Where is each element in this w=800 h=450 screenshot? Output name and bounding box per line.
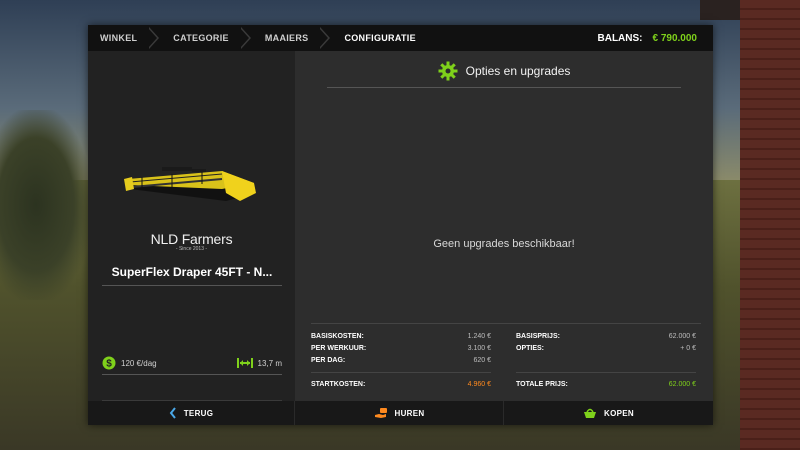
brand-since: - Since 2013 - — [175, 246, 208, 252]
cost-label: PER WERKUUR: — [311, 344, 367, 352]
price-value: 62.000 € — [668, 332, 696, 340]
breadcrumb-maaiers[interactable]: MAAIERS — [253, 25, 321, 51]
width-icon — [236, 358, 253, 368]
stat-daily-cost: $ 120 €/dag — [102, 356, 157, 370]
cost-summary: BASISKOSTEN: 1.240 € PER WERKUUR: 3.100 … — [311, 323, 701, 403]
balance-display: BALANS: € 790.000 — [598, 33, 714, 44]
breadcrumb-separator — [148, 25, 161, 51]
back-button[interactable]: TERUG — [88, 401, 295, 425]
chevron-left-icon — [169, 407, 176, 419]
divider — [327, 87, 681, 88]
breadcrumb-separator — [239, 25, 253, 51]
options-header: Opties en upgrades — [295, 61, 713, 81]
cost-row-per-hour: PER WERKUUR: 3.100 € — [311, 342, 491, 354]
cost-row-start-total: STARTKOSTEN: 4.960 € — [311, 378, 491, 390]
stat-width: 13,7 m — [236, 357, 282, 369]
cost-value: 620 € — [473, 356, 491, 364]
dollar-icon: $ — [102, 356, 116, 370]
divider — [102, 374, 282, 375]
breadcrumb-configuratie: CONFIGURATIE — [344, 33, 416, 43]
price-row-options: OPTIES: + 0 € — [516, 342, 696, 354]
cost-label: PER DAG: — [311, 356, 346, 364]
options-title: Opties en upgrades — [465, 64, 571, 78]
breadcrumb: WINKEL CATEGORIE MAAIERS CONFIGURATIE BA… — [88, 25, 713, 51]
background-trees — [0, 110, 90, 300]
brand-logo: NLD Farmers - Since 2013 - — [88, 231, 295, 252]
buy-button-label: KOPEN — [604, 408, 634, 418]
divider — [311, 372, 491, 373]
breadcrumb-separator — [319, 25, 332, 51]
divider — [102, 285, 282, 286]
price-summary: BASISPRIJS: 62.000 € OPTIES: + 0 € TOTAL… — [516, 324, 696, 388]
cost-label: STARTKOSTEN: — [311, 380, 366, 388]
price-value: + 0 € — [680, 344, 696, 352]
breadcrumb-categorie[interactable]: CATEGORIE — [161, 25, 241, 51]
basket-icon — [584, 408, 597, 418]
balance-label: BALANS: — [597, 32, 643, 44]
total-price-value: 62.000 € — [668, 380, 696, 388]
rent-button-label: HUREN — [394, 408, 425, 418]
options-panel: Opties en upgrades Geen upgrades beschik… — [295, 51, 713, 401]
shop-config-window: WINKEL CATEGORIE MAAIERS CONFIGURATIE BA… — [88, 25, 713, 425]
stat-width-value: 13,7 m — [257, 358, 282, 368]
cost-label: BASISKOSTEN: — [311, 332, 364, 340]
svg-text:$: $ — [106, 359, 112, 370]
product-panel: NLD Farmers - Since 2013 - SuperFlex Dra… — [88, 51, 295, 401]
price-label: BASISPRIJS: — [516, 332, 560, 340]
cost-value: 3.100 € — [467, 344, 491, 352]
back-button-label: TERUG — [183, 408, 214, 418]
price-row-total: TOTALE PRIJS: 62.000 € — [516, 378, 696, 390]
gear-icon — [438, 61, 458, 81]
product-stats: $ 120 €/dag 13,7 m — [102, 356, 282, 370]
price-label: TOTALE PRIJS: — [516, 380, 568, 388]
rent-button[interactable]: HUREN — [295, 401, 504, 425]
cost-row-per-day: PER DAG: 620 € — [311, 354, 491, 366]
brand-name: NLD Farmers — [150, 231, 233, 247]
cost-value: 1.240 € — [467, 332, 491, 340]
background-brick-wall — [740, 0, 800, 450]
breadcrumb-winkel[interactable]: WINKEL — [88, 25, 149, 51]
cost-row-base: BASISKOSTEN: 1.240 € — [311, 330, 491, 342]
price-label: OPTIES: — [516, 344, 545, 352]
header-draper-image — [124, 167, 256, 201]
running-costs: BASISKOSTEN: 1.240 € PER WERKUUR: 3.100 … — [311, 324, 491, 388]
buy-button[interactable]: KOPEN — [504, 401, 713, 425]
divider — [516, 372, 696, 373]
no-upgrades-message: Geen upgrades beschikbaar! — [433, 238, 575, 250]
product-title: SuperFlex Draper 45FT - N... — [111, 265, 273, 279]
hand-money-icon — [374, 408, 387, 418]
action-bar: TERUG HUREN KOPEN — [88, 401, 713, 425]
price-row-base: BASISPRIJS: 62.000 € — [516, 330, 696, 342]
balance-amount: € 790.000 — [652, 32, 698, 44]
start-cost-value: 4.960 € — [467, 380, 491, 388]
stat-daily-cost-value: 120 €/dag — [121, 358, 157, 368]
